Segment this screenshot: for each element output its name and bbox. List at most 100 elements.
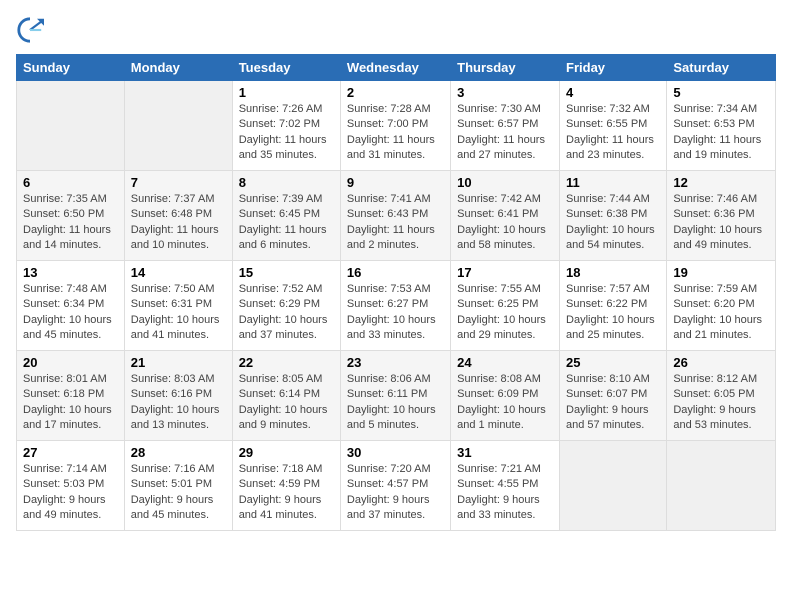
day-number: 19 (673, 265, 769, 280)
day-number: 2 (347, 85, 444, 100)
calendar-cell: 19 Sunrise: 7:59 AM Sunset: 6:20 PM Dayli… (667, 261, 776, 351)
day-info: Sunrise: 8:08 AM Sunset: 6:09 PM Dayligh… (457, 372, 553, 434)
day-info: Sunrise: 7:21 AM Sunset: 4:55 PM Dayligh… (457, 462, 553, 524)
day-number: 13 (23, 265, 118, 280)
calendar-cell: 14 Sunrise: 7:50 AM Sunset: 6:31 PM Dayli… (124, 261, 232, 351)
weekday-header: Thursday (451, 55, 560, 81)
day-info: Sunrise: 7:34 AM Sunset: 6:53 PM Dayligh… (673, 102, 769, 164)
day-info: Sunrise: 7:41 AM Sunset: 6:43 PM Dayligh… (347, 192, 444, 254)
calendar-table: SundayMondayTuesdayWednesdayThursdayFrid… (16, 54, 776, 531)
day-number: 5 (673, 85, 769, 100)
calendar-cell: 5 Sunrise: 7:34 AM Sunset: 6:53 PM Daylig… (667, 81, 776, 171)
day-info: Sunrise: 7:55 AM Sunset: 6:25 PM Dayligh… (457, 282, 553, 344)
calendar-cell: 10 Sunrise: 7:42 AM Sunset: 6:41 PM Dayli… (451, 171, 560, 261)
day-number: 3 (457, 85, 553, 100)
calendar-cell: 11Sunrise: 7:44 AM Sunset: 6:38 PM Dayli… (560, 171, 667, 261)
day-number: 31 (457, 445, 553, 460)
day-number: 29 (239, 445, 334, 460)
calendar-cell: 6 Sunrise: 7:35 AM Sunset: 6:50 PM Daylig… (17, 171, 125, 261)
weekday-header: Saturday (667, 55, 776, 81)
day-number: 20 (23, 355, 118, 370)
day-number: 7 (131, 175, 226, 190)
calendar-cell: 24 Sunrise: 8:08 AM Sunset: 6:09 PM Dayli… (451, 351, 560, 441)
day-info: Sunrise: 7:30 AM Sunset: 6:57 PM Dayligh… (457, 102, 553, 164)
day-info: Sunrise: 7:46 AM Sunset: 6:36 PM Dayligh… (673, 192, 769, 254)
day-info: Sunrise: 7:53 AM Sunset: 6:27 PM Dayligh… (347, 282, 444, 344)
calendar-cell: 8 Sunrise: 7:39 AM Sunset: 6:45 PM Daylig… (232, 171, 340, 261)
day-number: 8 (239, 175, 334, 190)
day-info: Sunrise: 7:14 AM Sunset: 5:03 PM Dayligh… (23, 462, 118, 524)
day-number: 26 (673, 355, 769, 370)
day-info: Sunrise: 7:50 AM Sunset: 6:31 PM Dayligh… (131, 282, 226, 344)
calendar-cell (667, 441, 776, 531)
day-number: 22 (239, 355, 334, 370)
calendar-cell (560, 441, 667, 531)
weekday-header: Friday (560, 55, 667, 81)
calendar-cell: 30Sunrise: 7:20 AM Sunset: 4:57 PM Dayli… (340, 441, 450, 531)
calendar-cell: 17 Sunrise: 7:55 AM Sunset: 6:25 PM Dayli… (451, 261, 560, 351)
day-info: Sunrise: 8:12 AM Sunset: 6:05 PM Dayligh… (673, 372, 769, 434)
day-number: 28 (131, 445, 226, 460)
day-info: Sunrise: 7:26 AM Sunset: 7:02 PM Dayligh… (239, 102, 334, 164)
day-number: 14 (131, 265, 226, 280)
calendar-cell: 13Sunrise: 7:48 AM Sunset: 6:34 PM Dayli… (17, 261, 125, 351)
day-info: Sunrise: 7:52 AM Sunset: 6:29 PM Dayligh… (239, 282, 334, 344)
day-number: 9 (347, 175, 444, 190)
weekday-header: Wednesday (340, 55, 450, 81)
day-number: 6 (23, 175, 118, 190)
day-info: Sunrise: 7:37 AM Sunset: 6:48 PM Dayligh… (131, 192, 226, 254)
day-info: Sunrise: 7:35 AM Sunset: 6:50 PM Dayligh… (23, 192, 118, 254)
calendar-cell: 31 Sunrise: 7:21 AM Sunset: 4:55 PM Dayli… (451, 441, 560, 531)
day-number: 27 (23, 445, 118, 460)
calendar-cell: 18Sunrise: 7:57 AM Sunset: 6:22 PM Dayli… (560, 261, 667, 351)
day-info: Sunrise: 8:05 AM Sunset: 6:14 PM Dayligh… (239, 372, 334, 434)
day-info: Sunrise: 8:10 AM Sunset: 6:07 PM Dayligh… (566, 372, 660, 434)
day-number: 23 (347, 355, 444, 370)
calendar-cell: 4 Sunrise: 7:32 AM Sunset: 6:55 PM Daylig… (560, 81, 667, 171)
day-info: Sunrise: 7:44 AM Sunset: 6:38 PM Dayligh… (566, 192, 660, 254)
logo-icon (16, 16, 44, 44)
calendar-week-row: 6 Sunrise: 7:35 AM Sunset: 6:50 PM Daylig… (17, 171, 776, 261)
calendar-cell: 2 Sunrise: 7:28 AM Sunset: 7:00 PM Daylig… (340, 81, 450, 171)
calendar-week-row: 1Sunrise: 7:26 AM Sunset: 7:02 PM Daylig… (17, 81, 776, 171)
calendar-cell: 26 Sunrise: 8:12 AM Sunset: 6:05 PM Dayli… (667, 351, 776, 441)
calendar-cell: 20Sunrise: 8:01 AM Sunset: 6:18 PM Dayli… (17, 351, 125, 441)
calendar-cell: 23 Sunrise: 8:06 AM Sunset: 6:11 PM Dayli… (340, 351, 450, 441)
calendar-cell: 29 Sunrise: 7:18 AM Sunset: 4:59 PM Dayli… (232, 441, 340, 531)
day-number: 18 (566, 265, 660, 280)
day-info: Sunrise: 7:32 AM Sunset: 6:55 PM Dayligh… (566, 102, 660, 164)
day-number: 17 (457, 265, 553, 280)
calendar-cell: 1Sunrise: 7:26 AM Sunset: 7:02 PM Daylig… (232, 81, 340, 171)
calendar-week-row: 13Sunrise: 7:48 AM Sunset: 6:34 PM Dayli… (17, 261, 776, 351)
calendar-cell: 9 Sunrise: 7:41 AM Sunset: 6:43 PM Daylig… (340, 171, 450, 261)
calendar-cell: 25 Sunrise: 8:10 AM Sunset: 6:07 PM Dayli… (560, 351, 667, 441)
weekday-header-row: SundayMondayTuesdayWednesdayThursdayFrid… (17, 55, 776, 81)
calendar-cell: 12 Sunrise: 7:46 AM Sunset: 6:36 PM Dayli… (667, 171, 776, 261)
day-number: 10 (457, 175, 553, 190)
logo (16, 16, 48, 44)
calendar-cell: 7 Sunrise: 7:37 AM Sunset: 6:48 PM Daylig… (124, 171, 232, 261)
weekday-header: Tuesday (232, 55, 340, 81)
day-number: 15 (239, 265, 334, 280)
calendar-cell: 21Sunrise: 8:03 AM Sunset: 6:16 PM Dayli… (124, 351, 232, 441)
day-info: Sunrise: 7:18 AM Sunset: 4:59 PM Dayligh… (239, 462, 334, 524)
day-info: Sunrise: 7:39 AM Sunset: 6:45 PM Dayligh… (239, 192, 334, 254)
day-info: Sunrise: 7:59 AM Sunset: 6:20 PM Dayligh… (673, 282, 769, 344)
day-info: Sunrise: 8:06 AM Sunset: 6:11 PM Dayligh… (347, 372, 444, 434)
calendar-cell: 16Sunrise: 7:53 AM Sunset: 6:27 PM Dayli… (340, 261, 450, 351)
day-info: Sunrise: 7:42 AM Sunset: 6:41 PM Dayligh… (457, 192, 553, 254)
day-number: 24 (457, 355, 553, 370)
day-number: 4 (566, 85, 660, 100)
weekday-header: Sunday (17, 55, 125, 81)
calendar-cell: 15 Sunrise: 7:52 AM Sunset: 6:29 PM Dayli… (232, 261, 340, 351)
day-number: 30 (347, 445, 444, 460)
calendar-cell (17, 81, 125, 171)
calendar-cell: 27 Sunrise: 7:14 AM Sunset: 5:03 PM Dayli… (17, 441, 125, 531)
day-number: 12 (673, 175, 769, 190)
day-info: Sunrise: 7:28 AM Sunset: 7:00 PM Dayligh… (347, 102, 444, 164)
calendar-cell: 22 Sunrise: 8:05 AM Sunset: 6:14 PM Dayli… (232, 351, 340, 441)
calendar-cell: 28Sunrise: 7:16 AM Sunset: 5:01 PM Dayli… (124, 441, 232, 531)
day-number: 25 (566, 355, 660, 370)
page-header (16, 16, 776, 44)
calendar-cell: 3 Sunrise: 7:30 AM Sunset: 6:57 PM Daylig… (451, 81, 560, 171)
